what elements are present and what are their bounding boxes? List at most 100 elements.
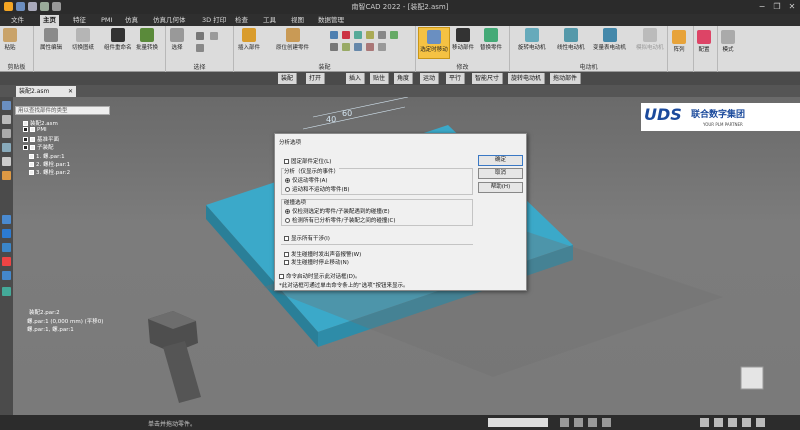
show-on-start-option[interactable]: 命令启动时显示此对话框(D)。 <box>279 272 361 280</box>
axial-align-icon[interactable] <box>366 31 374 39</box>
tree-filter-input[interactable]: 用以查找部件的类型 <box>15 106 110 115</box>
sensors-icon[interactable] <box>2 171 11 180</box>
radio[interactable] <box>285 218 290 223</box>
tab-file[interactable]: 文件 <box>8 15 27 26</box>
cmd-insert[interactable]: 插入 <box>346 73 366 84</box>
checkbox[interactable] <box>284 236 289 241</box>
rename-component-button[interactable]: 组件重命名 <box>104 28 132 51</box>
display-style-icon[interactable] <box>714 418 723 427</box>
ok-button[interactable]: 确定 <box>478 155 523 166</box>
expand-icon[interactable] <box>23 145 28 150</box>
tab-3d-print[interactable]: 3D 打印 <box>199 15 229 26</box>
expand-icon[interactable] <box>23 137 28 142</box>
tab-simulation[interactable]: 仿真 <box>122 15 141 26</box>
close-tab-icon[interactable]: ✕ <box>68 86 73 97</box>
relationship-row[interactable]: 螺.par:1 (0,000 mm) (平移0) <box>27 317 103 325</box>
checkbox-checked[interactable] <box>279 274 284 279</box>
perspective-icon[interactable] <box>756 418 765 427</box>
help-button[interactable]: 帮助(H) <box>478 182 523 193</box>
drag-component-button[interactable]: 选定时移动 <box>418 27 450 59</box>
command-finder-input[interactable] <box>488 418 548 427</box>
features-icon[interactable] <box>2 129 11 138</box>
edit-properties-button[interactable]: 属性编辑 <box>40 28 62 51</box>
tab-data-management[interactable]: 数据管理 <box>315 15 347 26</box>
maximize-button[interactable]: ❐ <box>770 1 784 12</box>
tree-item-checkbox[interactable] <box>29 170 34 175</box>
checkbox[interactable] <box>284 159 289 164</box>
cmd-rotary-motor[interactable]: 旋转电动机 <box>508 73 546 84</box>
move-part-button[interactable]: 移动部件 <box>452 28 474 51</box>
pan-icon[interactable] <box>588 418 597 427</box>
tree-item-checkbox[interactable] <box>29 162 34 167</box>
radio-only-active[interactable]: 仅运动零件(A) <box>285 176 328 184</box>
tree-item-datum-planes[interactable]: 基准平面 <box>23 135 59 143</box>
select-button[interactable]: 选择 <box>170 28 184 51</box>
rigid-set-icon[interactable] <box>366 43 374 51</box>
tree-item-part[interactable]: 2. 螺栓.par:1 <box>29 160 70 168</box>
help-icon[interactable] <box>2 215 11 224</box>
radio[interactable] <box>285 178 290 183</box>
select-tool-icon[interactable] <box>196 44 204 52</box>
library-icon[interactable] <box>2 157 11 166</box>
shadow-icon[interactable] <box>742 418 751 427</box>
radio-check-all[interactable]: 检测所有已分析零件/子装配之间的碰撞(C) <box>285 216 396 224</box>
checkbox[interactable] <box>284 260 289 265</box>
gear-relation-icon[interactable] <box>330 43 338 51</box>
cmd-mate[interactable]: 贴住 <box>370 73 390 84</box>
paste-button[interactable]: 粘贴 <box>3 28 17 51</box>
fit-view-icon[interactable] <box>560 418 569 427</box>
cmd-drag-part[interactable]: 拖动部件 <box>550 73 582 84</box>
zoom-icon[interactable] <box>574 418 583 427</box>
mode-button[interactable]: 模式 <box>721 30 735 53</box>
view-cube[interactable] <box>740 366 764 390</box>
expand-icon[interactable] <box>23 127 28 132</box>
info-icon[interactable] <box>2 229 11 238</box>
cmd-smart-dimension[interactable]: 智能尺寸 <box>472 73 504 84</box>
tree-item-part[interactable]: 1. 螺.par:1 <box>29 152 65 160</box>
ground-icon[interactable] <box>378 43 386 51</box>
pathfinder-icon[interactable] <box>2 101 11 110</box>
tab-tools[interactable]: 工具 <box>260 15 279 26</box>
cmd-assemble[interactable]: 装配 <box>278 73 298 84</box>
tree-item-part[interactable]: 3. 螺栓.par:2 <box>29 168 70 176</box>
close-button[interactable]: ✕ <box>785 1 799 12</box>
show-interference-option[interactable]: 显示所有干涉(I) <box>284 234 330 242</box>
bolt-shank[interactable] <box>163 341 201 403</box>
angle-icon[interactable] <box>354 31 362 39</box>
select-filter-icon[interactable] <box>196 32 204 40</box>
switch-drawing-button[interactable]: 切换图纸 <box>72 28 94 51</box>
checkbox-checked[interactable] <box>284 252 289 257</box>
tree-item-checkbox[interactable] <box>30 137 35 142</box>
family-icon[interactable] <box>2 143 11 152</box>
radio[interactable] <box>285 209 290 214</box>
tree-item-pmi[interactable]: PMI <box>23 127 47 133</box>
tab-pmi[interactable]: PMI <box>98 15 115 26</box>
tree-root-checkbox[interactable] <box>23 121 28 126</box>
search-icon[interactable] <box>2 243 11 252</box>
radio-check-selected[interactable]: 仅检测选定的零件/子装配遇到的碰撞(E) <box>285 207 390 215</box>
tab-home[interactable]: 主页 <box>40 15 59 26</box>
tree-item-checkbox[interactable] <box>29 154 34 159</box>
rotary-motor-button[interactable]: 旋转电动机 <box>518 28 546 51</box>
beep-on-collision-option[interactable]: 发生碰撞时发出声音报警(W) <box>284 250 361 258</box>
tab-inspect[interactable]: 检查 <box>232 15 251 26</box>
rotate-icon[interactable] <box>602 418 611 427</box>
document-tab[interactable]: 装配2.asm ✕ <box>16 86 76 97</box>
fixed-position-option[interactable]: 固定部件定位(L) <box>284 157 331 165</box>
question-icon[interactable] <box>2 271 11 280</box>
linear-motor-button[interactable]: 线性电动机 <box>557 28 585 51</box>
view-orientation-icon[interactable] <box>700 418 709 427</box>
planar-align-icon[interactable] <box>378 31 386 39</box>
tree-item-checkbox[interactable] <box>30 145 35 150</box>
align-icon[interactable] <box>342 31 350 39</box>
tree-root[interactable]: 装配2.asm <box>23 119 58 127</box>
insert-part-button[interactable]: 插入部件 <box>238 28 260 51</box>
tree-item-checkbox[interactable] <box>30 127 35 132</box>
batch-convert-button[interactable]: 批量转换 <box>136 28 158 51</box>
minimize-button[interactable]: − <box>755 1 769 12</box>
cmd-open[interactable]: 打开 <box>306 73 326 84</box>
mate-icon[interactable] <box>330 31 338 39</box>
network-icon[interactable] <box>2 287 11 296</box>
connect-icon[interactable] <box>390 31 398 39</box>
relationship-row[interactable]: 螺.par:1, 螺.par:1 <box>27 325 74 333</box>
